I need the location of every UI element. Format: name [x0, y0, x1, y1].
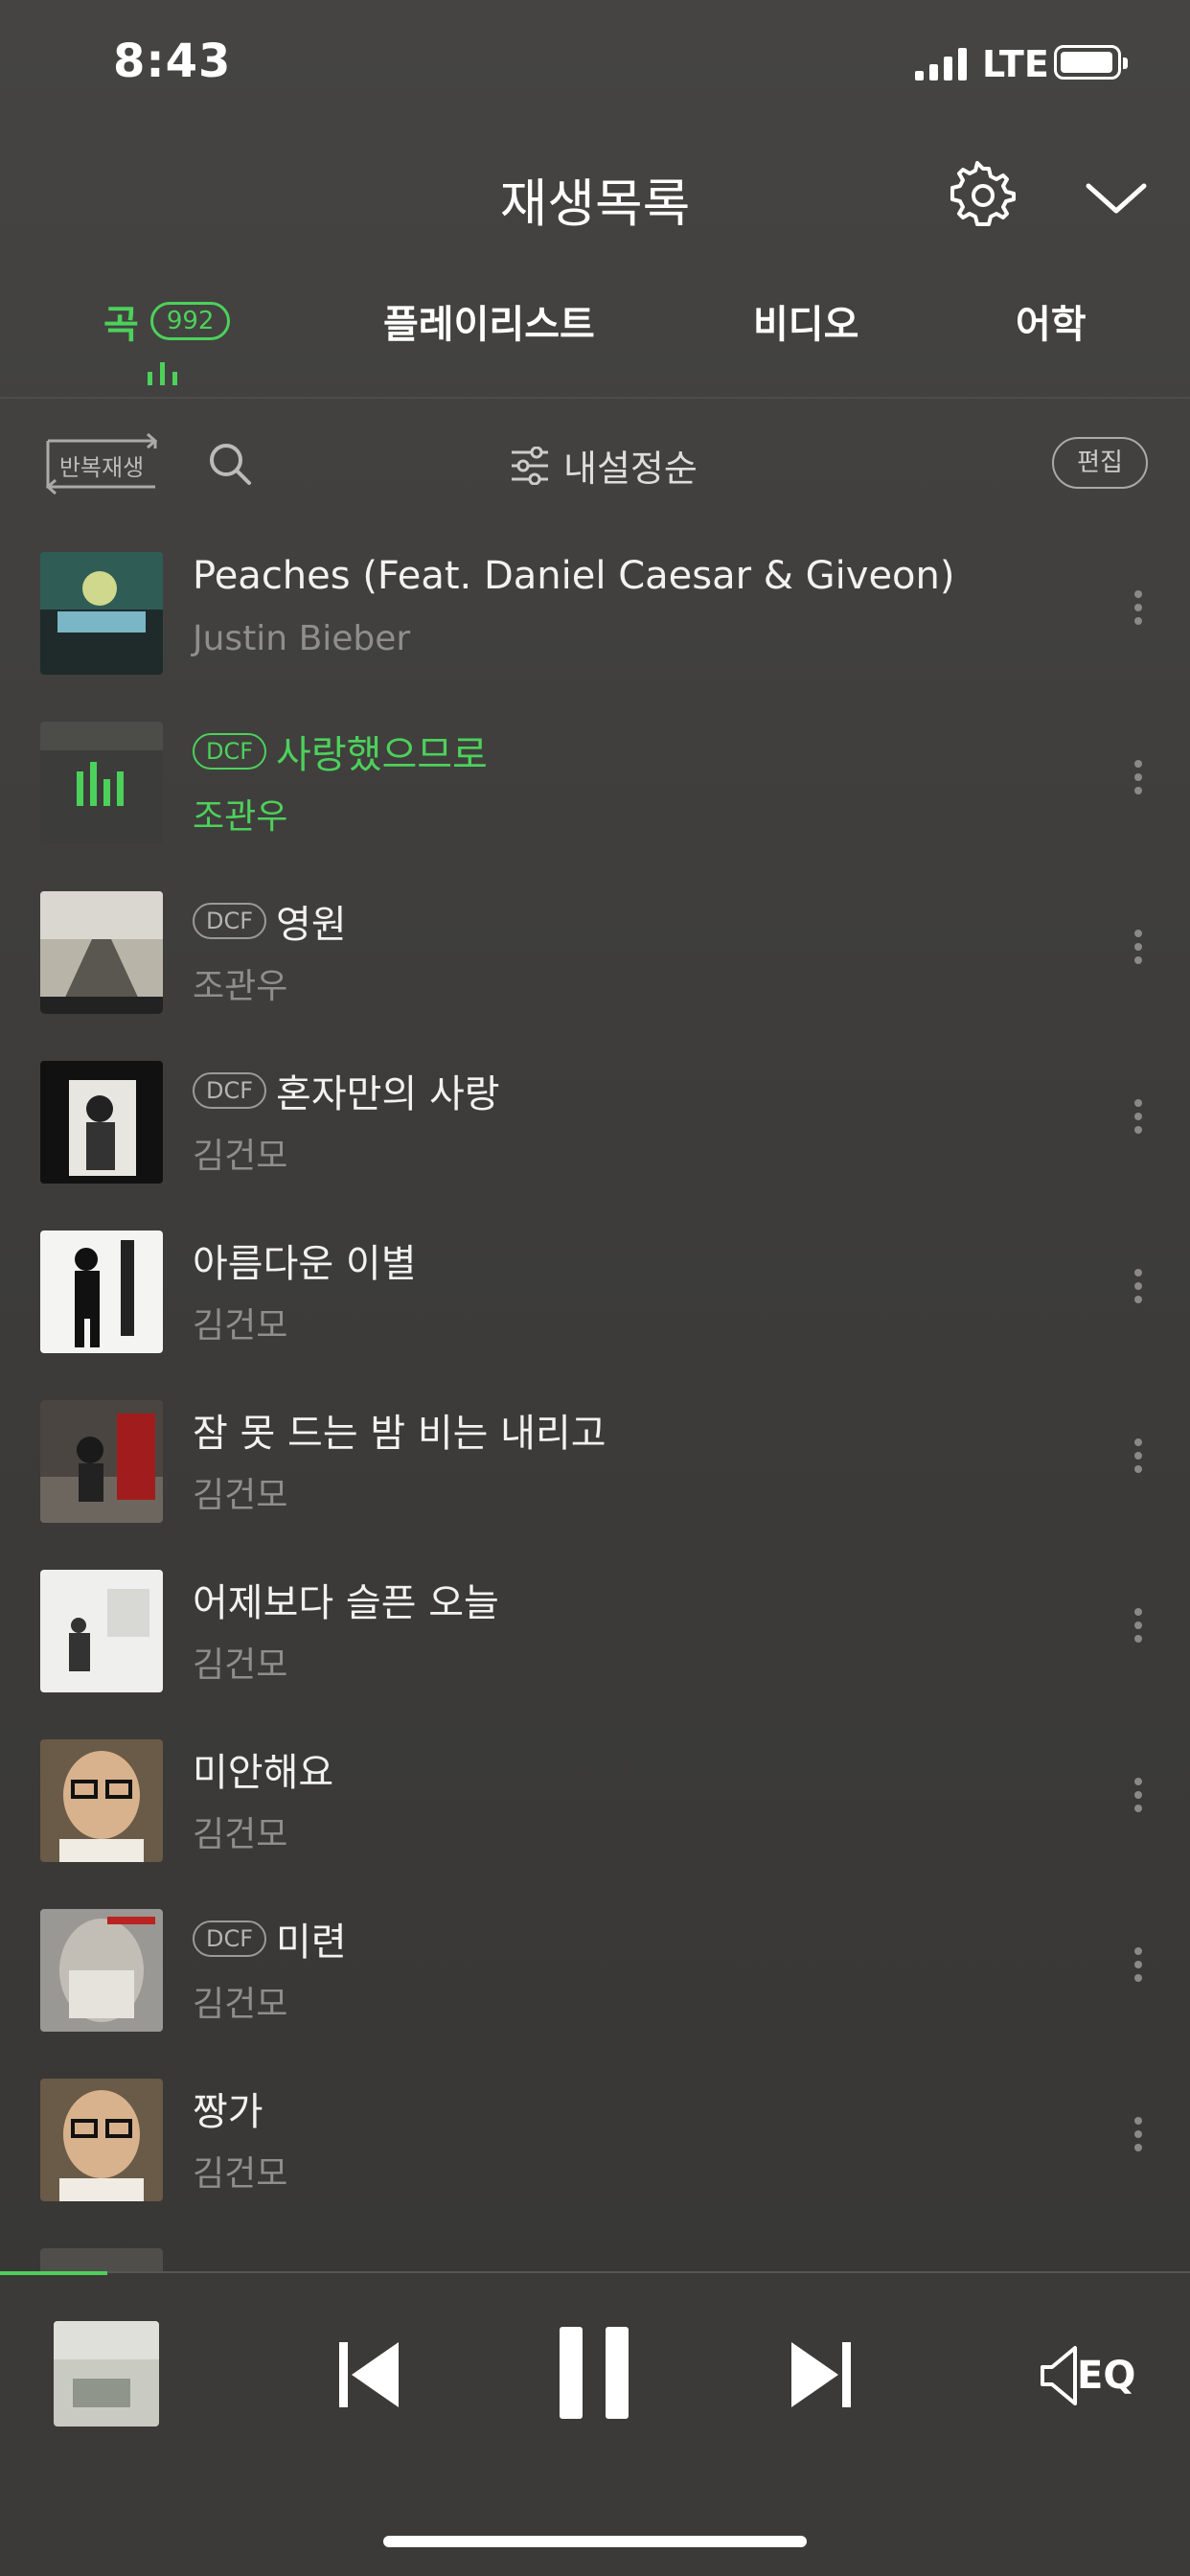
battery-icon	[1054, 45, 1128, 80]
playlist-screen: 8:43 LTE 재생목록 곡 992 플레이리스트 비디오 어학 반복재생 내…	[0, 0, 1190, 2576]
mini-player: EQ	[0, 2271, 1190, 2576]
song-row[interactable]: 미안해요 김건모	[0, 1724, 1190, 1894]
album-art	[40, 1230, 163, 1353]
edit-button[interactable]: 편집	[1052, 437, 1148, 489]
home-indicator	[383, 2536, 807, 2547]
song-title: 영원	[276, 903, 347, 947]
more-options-icon[interactable]	[1129, 1772, 1148, 1829]
repeat-label: 반복재생	[58, 454, 145, 481]
tab-songs[interactable]: 곡 992	[103, 293, 231, 349]
tab-video[interactable]: 비디오	[753, 293, 858, 349]
more-options-icon[interactable]	[1129, 1093, 1148, 1151]
more-options-icon[interactable]	[1129, 1942, 1148, 1999]
song-artist: 김건모	[193, 1645, 288, 1685]
more-options-icon[interactable]	[1129, 585, 1148, 642]
more-options-icon[interactable]	[1129, 2111, 1148, 2169]
song-title: 어제보다 슬픈 오늘	[193, 1581, 499, 1625]
song-title: Peaches (Feat. Daniel Caesar & Giveon)	[193, 554, 955, 598]
song-title: 혼자만의 사랑	[276, 1072, 500, 1116]
equalizer-indicator-icon	[148, 362, 177, 385]
tab-playlist[interactable]: 플레이리스트	[383, 293, 595, 349]
song-row[interactable]: 잠 못 드는 밤 비는 내리고 김건모	[0, 1385, 1190, 1554]
song-row-now-playing[interactable]: DCF 사랑했으므로 조관우	[0, 706, 1190, 876]
eq-label: EQ	[1077, 2354, 1136, 2398]
chevron-down-icon[interactable]	[1083, 172, 1150, 220]
song-title: 아름다운 이별	[193, 1242, 417, 1286]
album-art	[40, 1909, 163, 2032]
album-art	[40, 552, 163, 675]
album-art	[40, 1400, 163, 1523]
song-title: 잠 못 드는 밤 비는 내리고	[193, 1412, 606, 1456]
song-artist: 조관우	[193, 797, 288, 837]
dcf-badge: DCF	[193, 733, 267, 770]
song-row[interactable]: 어제보다 슬픈 오늘 김건모	[0, 1554, 1190, 1724]
sort-filter-icon	[512, 446, 548, 485]
song-title: 미안해요	[193, 1751, 334, 1795]
song-row[interactable]: DCF 영원 조관우	[0, 876, 1190, 1046]
more-options-icon[interactable]	[1129, 754, 1148, 812]
status-time: 8:43	[113, 34, 232, 88]
tab-bar: 곡 992 플레이리스트 비디오 어학	[0, 288, 1190, 393]
album-art	[40, 1061, 163, 1184]
dcf-badge: DCF	[193, 1920, 267, 1957]
status-bar: 8:43 LTE	[0, 0, 1190, 134]
song-row[interactable]: DCF 혼자만의 사랑 김건모	[0, 1046, 1190, 1215]
album-art	[40, 1570, 163, 1692]
pause-icon[interactable]	[558, 2325, 630, 2421]
network-type: LTE	[982, 43, 1049, 85]
song-artist: 김건모	[193, 1985, 288, 2024]
song-artist: 김건모	[193, 2154, 288, 2194]
repeat-button[interactable]: 반복재생	[40, 431, 163, 496]
search-icon[interactable]	[205, 439, 255, 489]
progress-fill	[0, 2271, 107, 2275]
tab-divider	[0, 397, 1190, 399]
now-playing-album-art[interactable]	[54, 2321, 159, 2426]
signal-icon	[915, 48, 967, 80]
album-art	[40, 2079, 163, 2201]
tab-language[interactable]: 어학	[1016, 293, 1087, 349]
sort-button[interactable]: 내설정순	[510, 439, 698, 492]
gear-icon[interactable]	[949, 161, 1018, 230]
song-artist: 김건모	[193, 1137, 288, 1176]
more-options-icon[interactable]	[1129, 924, 1148, 981]
dcf-badge: DCF	[193, 1072, 267, 1109]
previous-track-icon[interactable]	[335, 2338, 402, 2411]
song-title: 미련	[276, 1920, 347, 1965]
sort-label: 내설정순	[563, 448, 698, 490]
progress-track[interactable]	[0, 2271, 1190, 2273]
more-options-icon[interactable]	[1129, 1263, 1148, 1321]
song-artist: 김건모	[193, 1476, 288, 1515]
song-row[interactable]: 짱가 김건모	[0, 2063, 1190, 2233]
more-options-icon[interactable]	[1129, 1602, 1148, 1660]
song-title: 짱가	[193, 2090, 263, 2134]
song-artist: 조관우	[193, 967, 288, 1006]
song-row[interactable]: DCF 미련 김건모	[0, 1894, 1190, 2063]
more-options-icon[interactable]	[1129, 1433, 1148, 1490]
eq-button[interactable]: EQ	[1039, 2342, 1138, 2409]
song-title: 사랑했으므로	[276, 733, 488, 777]
song-artist: Justin Bieber	[193, 619, 411, 658]
tab-songs-label: 곡	[103, 303, 139, 347]
album-art	[40, 722, 163, 844]
album-art-partial	[40, 2248, 163, 2271]
album-art	[40, 891, 163, 1014]
song-count-badge: 992	[149, 302, 231, 340]
song-artist: 김건모	[193, 1306, 288, 1346]
song-artist: 김건모	[193, 1815, 288, 1854]
song-row[interactable]: Peaches (Feat. Daniel Caesar & Giveon) J…	[0, 537, 1190, 706]
album-art	[40, 1739, 163, 1862]
dcf-badge: DCF	[193, 903, 267, 939]
song-row[interactable]: 아름다운 이별 김건모	[0, 1215, 1190, 1385]
next-track-icon[interactable]	[788, 2338, 855, 2411]
